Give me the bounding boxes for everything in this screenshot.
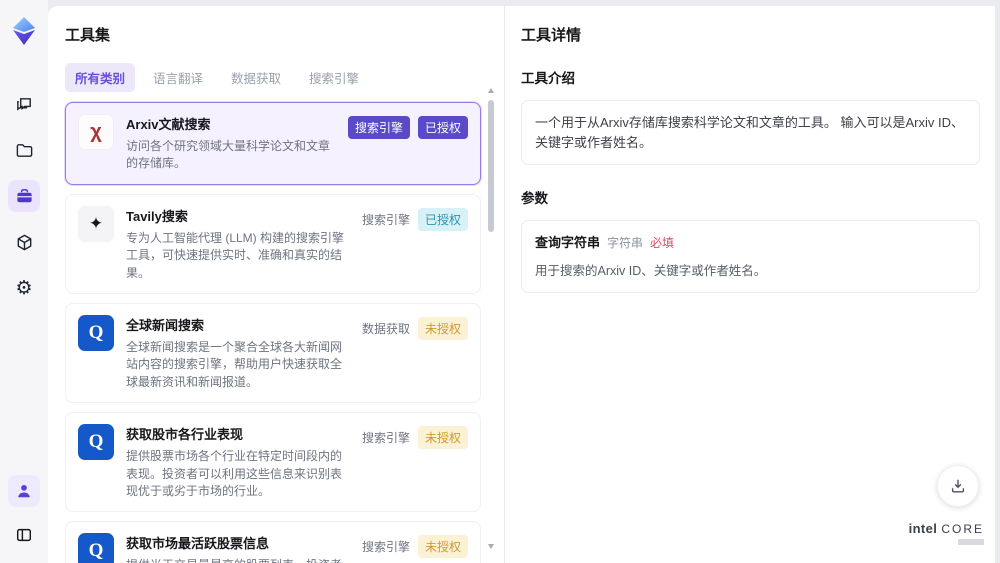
detail-title: 工具详情 — [521, 27, 582, 44]
list-scrollbar[interactable] — [487, 88, 495, 549]
tool-card[interactable]: ✦ Tavily搜索 专为人工智能代理 (LLM) 构建的搜索引擎工具，可快速提… — [65, 193, 481, 294]
tool-description: 提供股票市场各个行业在特定时间段内的表现。投资者可以利用这些信息来识别表现优于或… — [126, 449, 343, 498]
category-badge: 数据获取 — [361, 321, 410, 336]
param-name: 查询字符串 — [535, 235, 601, 250]
intro-box: 一个用于从Arxiv存储库搜索科学论文和文章的工具。 输入可以是Arxiv ID… — [521, 100, 980, 165]
category-tabs: 所有类别 语言翻译 数据获取 搜索引擎 — [65, 63, 504, 92]
scroll-up-arrow-icon[interactable] — [488, 88, 494, 93]
account-icon[interactable] — [8, 475, 40, 507]
page-title: 工具集 — [65, 27, 111, 44]
param-description: 用于搜索的Arxiv ID、关键字或作者姓名。 — [535, 263, 767, 278]
scroll-down-arrow-icon[interactable] — [488, 544, 494, 549]
tool-detail-panel: 工具详情 工具介绍 一个用于从Arxiv存储库搜索科学论文和文章的工具。 输入可… — [506, 6, 995, 563]
param-box: 查询字符串 字符串 必填 用于搜索的Arxiv ID、关键字或作者姓名。 — [521, 220, 980, 294]
tool-description: 提供当天交易量最高的股票列表。投资者可以利用这些信息来识别流动性强的股票和潜在的… — [126, 557, 350, 563]
params-heading: 参数 — [521, 191, 548, 206]
tab-2[interactable]: 数据获取 — [221, 63, 291, 92]
scrollbar-thumb[interactable] — [488, 100, 494, 232]
tavily-icon: ✦ — [78, 205, 114, 242]
tool-list-panel: 工具集 所有类别 语言翻译 数据获取 搜索引擎 χ Arxiv文献搜索 访问各个研究领… — [48, 6, 505, 563]
download-icon — [951, 479, 965, 493]
toolbox-icon[interactable] — [8, 180, 40, 212]
tool-card-list: χ Arxiv文献搜索 访问各个研究领域大量科学论文和文章的存储库。 搜索引擎 … — [65, 102, 481, 563]
tool-description: 访问各个研究领域大量科学论文和文章的存储库。 — [126, 139, 331, 171]
stock-sector-icon: Q — [78, 424, 114, 461]
auth-status-badge: 已授权 — [417, 116, 468, 139]
app-rail: ⚙ — [0, 0, 48, 563]
download-button[interactable] — [937, 465, 979, 507]
active-stocks-icon: Q — [78, 533, 114, 563]
panel-toggle-icon[interactable] — [8, 519, 40, 551]
tab-all-categories[interactable]: 所有类别 — [65, 63, 136, 92]
tool-card[interactable]: Q 全球新闻搜索 全球新闻搜索是一个聚合全球各大新闻网站内容的搜索引擎，帮助用户… — [65, 302, 481, 404]
tool-name: 全球新闻搜索 — [126, 317, 205, 333]
tool-card[interactable]: Q 获取市场最活跃股票信息 提供当天交易量最高的股票列表。投资者可以利用这些信息… — [65, 521, 481, 563]
news-search-icon: Q — [78, 314, 114, 351]
settings-gear-icon[interactable]: ⚙ — [8, 272, 40, 304]
tool-name: Tavily搜索 — [126, 208, 188, 224]
category-badge: 搜索引擎 — [361, 212, 410, 227]
brand-intel: intel — [908, 521, 938, 536]
param-required-badge: 必填 — [650, 236, 675, 250]
auth-status-badge: 未授权 — [417, 426, 468, 450]
brand-core: CORE — [941, 522, 984, 536]
app-logo — [9, 14, 39, 48]
tool-card[interactable]: χ Arxiv文献搜索 访问各个研究领域大量科学论文和文章的存储库。 搜索引擎 … — [65, 102, 481, 185]
cube-icon[interactable] — [8, 226, 40, 258]
tool-card[interactable]: Q 获取股市各行业表现 提供股票市场各个行业在特定时间段内的表现。投资者可以利用… — [65, 412, 481, 513]
intro-text: 一个用于从Arxiv存储库搜索科学论文和文章的工具。 输入可以是Arxiv ID… — [535, 115, 965, 150]
category-badge: 搜索引擎 — [361, 431, 410, 446]
tool-name: 获取股市各行业表现 — [126, 427, 244, 443]
tool-description: 专为人工智能代理 (LLM) 构建的搜索引擎工具，可快速提供实时、准确和真实的结… — [126, 230, 345, 280]
intro-heading: 工具介绍 — [521, 71, 575, 86]
category-badge: 搜索引擎 — [347, 116, 410, 139]
auth-status-badge: 未授权 — [417, 535, 468, 559]
intel-core-logo: intel CORE — [909, 521, 984, 545]
tool-description: 全球新闻搜索是一个聚合全球各大新闻网站内容的搜索引擎，帮助用户快速获取全球最新资… — [126, 339, 343, 389]
auth-status-badge: 已授权 — [417, 207, 468, 231]
content-shell: 工具集 所有类别 语言翻译 数据获取 搜索引擎 χ Arxiv文献搜索 访问各个研究领… — [48, 6, 995, 563]
category-badge: 搜索引擎 — [361, 540, 410, 555]
tool-name: Arxiv文献搜索 — [126, 117, 211, 132]
param-type: 字符串 — [607, 236, 644, 250]
tab-3[interactable]: 搜索引擎 — [299, 63, 369, 92]
brand-ultra-mark — [958, 539, 984, 545]
folder-icon[interactable] — [8, 134, 40, 166]
tool-name: 获取市场最活跃股票信息 — [126, 536, 270, 552]
tab-1[interactable]: 语言翻译 — [143, 63, 213, 92]
auth-status-badge: 未授权 — [417, 316, 468, 340]
chat-icon[interactable] — [8, 88, 40, 120]
arxiv-icon: χ — [78, 114, 114, 150]
